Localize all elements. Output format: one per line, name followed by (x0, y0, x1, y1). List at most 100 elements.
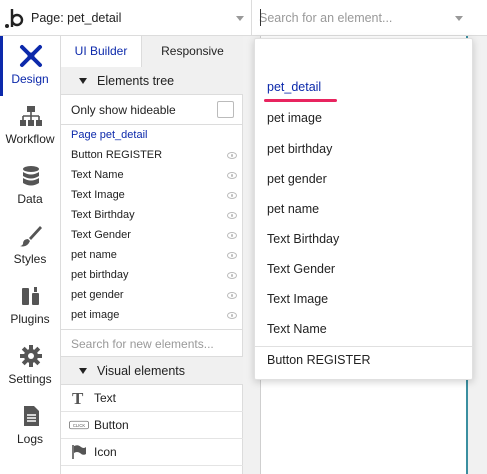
tab-ui-builder[interactable]: UI Builder (61, 36, 141, 67)
nav-design-label: Design (11, 72, 49, 86)
dropdown-item-label: pet image (267, 111, 322, 125)
visual-elements-title: Visual elements (97, 364, 186, 378)
dropdown-item-label: Text Name (267, 322, 327, 336)
text-cursor (260, 9, 261, 26)
bubble-logo-icon[interactable] (4, 6, 26, 30)
nav-styles[interactable]: Styles (0, 216, 60, 276)
eye-icon[interactable] (227, 212, 237, 219)
tree-item-label: pet gender (71, 289, 124, 301)
tree-item-label: Page pet_detail (71, 129, 148, 141)
tree-item-label: pet image (71, 309, 120, 321)
eye-icon[interactable] (227, 232, 237, 239)
tree-item[interactable]: Text Name (61, 166, 243, 186)
eye-icon[interactable] (227, 272, 237, 279)
nav-plugins-label: Plugins (10, 312, 50, 326)
eye-icon[interactable] (227, 192, 237, 199)
triangle-down-icon (79, 78, 87, 84)
nav-plugins[interactable]: Plugins (0, 276, 60, 336)
tree-item-label: Text Image (71, 189, 125, 201)
nav-workflow[interactable]: Workflow (0, 96, 60, 156)
nav-data-label: Data (17, 192, 43, 206)
nav-settings[interactable]: Settings (0, 336, 60, 396)
selection-underline (264, 99, 337, 102)
dropdown-item-label: pet gender (267, 172, 327, 186)
plugin-icon (22, 287, 39, 305)
chevron-down-icon (236, 16, 244, 21)
design-panel: UI Builder Responsive Elements tree Only… (61, 36, 243, 474)
page-selector[interactable]: Page: pet_detail (26, 0, 252, 36)
visual-element-label: Button (94, 418, 129, 432)
visual-element-label: Text (94, 391, 117, 405)
dropdown-item-label: Text Image (267, 292, 329, 306)
tree-item[interactable]: Text Image (61, 186, 243, 206)
left-nav: Design Workflow Data Styles Plugins Sett… (0, 36, 61, 474)
tree-item-label: pet name (71, 249, 117, 261)
design-icon (20, 45, 42, 67)
nav-design[interactable]: Design (0, 36, 60, 96)
database-icon (23, 166, 39, 186)
top-bar: Page: pet_detail (0, 0, 487, 36)
search-new-elements[interactable] (61, 329, 243, 357)
search-new-elements-input[interactable] (71, 336, 236, 352)
tree-item[interactable]: Text Gender (61, 226, 243, 246)
visual-element-text[interactable]: T Text (61, 385, 243, 412)
tree-item-label: Button REGISTER (71, 149, 163, 161)
eye-icon[interactable] (227, 312, 237, 319)
only-show-hideable-label: Only show hideable (71, 103, 176, 117)
dropdown-item[interactable]: pet image (255, 104, 474, 134)
tree-item[interactable]: pet image (61, 306, 243, 326)
tree-item-page[interactable]: Page pet_detail (61, 126, 243, 146)
dropdown-item-label: Text Birthday (267, 232, 340, 246)
document-icon (24, 406, 39, 426)
dropdown-item[interactable]: pet name (255, 195, 474, 225)
nav-styles-label: Styles (13, 252, 47, 266)
visual-element-button[interactable]: CLICK Button (61, 412, 243, 439)
tree-item-label: pet birthday (71, 269, 129, 281)
tree-item[interactable]: pet gender (61, 286, 243, 306)
element-search-input[interactable] (259, 9, 449, 27)
elements-tree-header[interactable]: Elements tree (61, 67, 243, 95)
nav-data[interactable]: Data (0, 156, 60, 216)
page-selector-label: Page: pet_detail (31, 11, 122, 25)
tree-item[interactable]: pet name (61, 246, 243, 266)
eye-icon[interactable] (227, 292, 237, 299)
nav-logs[interactable]: Logs (0, 396, 60, 456)
element-search[interactable] (253, 0, 487, 36)
visual-elements-header[interactable]: Visual elements (61, 357, 243, 385)
dropdown-item[interactable]: Text Birthday (255, 225, 474, 255)
dropdown-item[interactable]: Button REGISTER (255, 346, 474, 376)
brush-icon (20, 226, 42, 247)
triangle-down-icon (79, 368, 87, 374)
tree-item[interactable]: pet birthday (61, 266, 243, 286)
tree-item-label: Text Birthday (71, 209, 135, 221)
dropdown-item[interactable]: Text Image (255, 285, 474, 315)
button-icon-text: CLICK (73, 423, 85, 428)
svg-text:T: T (72, 390, 84, 406)
element-search-dropdown: pet_detail pet image pet birthday pet ge… (254, 38, 474, 380)
panel-tabs: UI Builder Responsive (61, 36, 243, 67)
text-icon: T (72, 390, 84, 406)
only-show-hideable-row: Only show hideable (61, 96, 243, 125)
tree-item-label: Text Name (71, 169, 124, 181)
eye-icon[interactable] (227, 152, 237, 159)
eye-icon[interactable] (227, 252, 237, 259)
elements-tree-title: Elements tree (97, 74, 175, 88)
dropdown-item[interactable]: pet gender (255, 165, 474, 195)
dropdown-item-label: Button REGISTER (267, 353, 371, 367)
dropdown-item-label: Text Gender (267, 262, 336, 276)
tab-responsive[interactable]: Responsive (141, 36, 243, 67)
dropdown-item-label: pet birthday (267, 142, 333, 156)
nav-settings-label: Settings (8, 372, 52, 386)
tree-item[interactable]: Button REGISTER (61, 146, 243, 166)
dropdown-item[interactable]: pet birthday (255, 135, 474, 165)
dropdown-item-label: pet name (267, 202, 320, 216)
only-show-hideable-checkbox[interactable] (217, 101, 234, 118)
dropdown-item[interactable]: Text Gender (255, 255, 474, 285)
tree-item-label: Text Gender (71, 229, 131, 241)
dropdown-item[interactable]: Text Name (255, 315, 474, 345)
flag-icon (72, 445, 86, 459)
tree-item[interactable]: Text Birthday (61, 206, 243, 226)
eye-icon[interactable] (227, 172, 237, 179)
nav-workflow-label: Workflow (5, 132, 55, 146)
visual-element-icon[interactable]: Icon (61, 439, 243, 466)
